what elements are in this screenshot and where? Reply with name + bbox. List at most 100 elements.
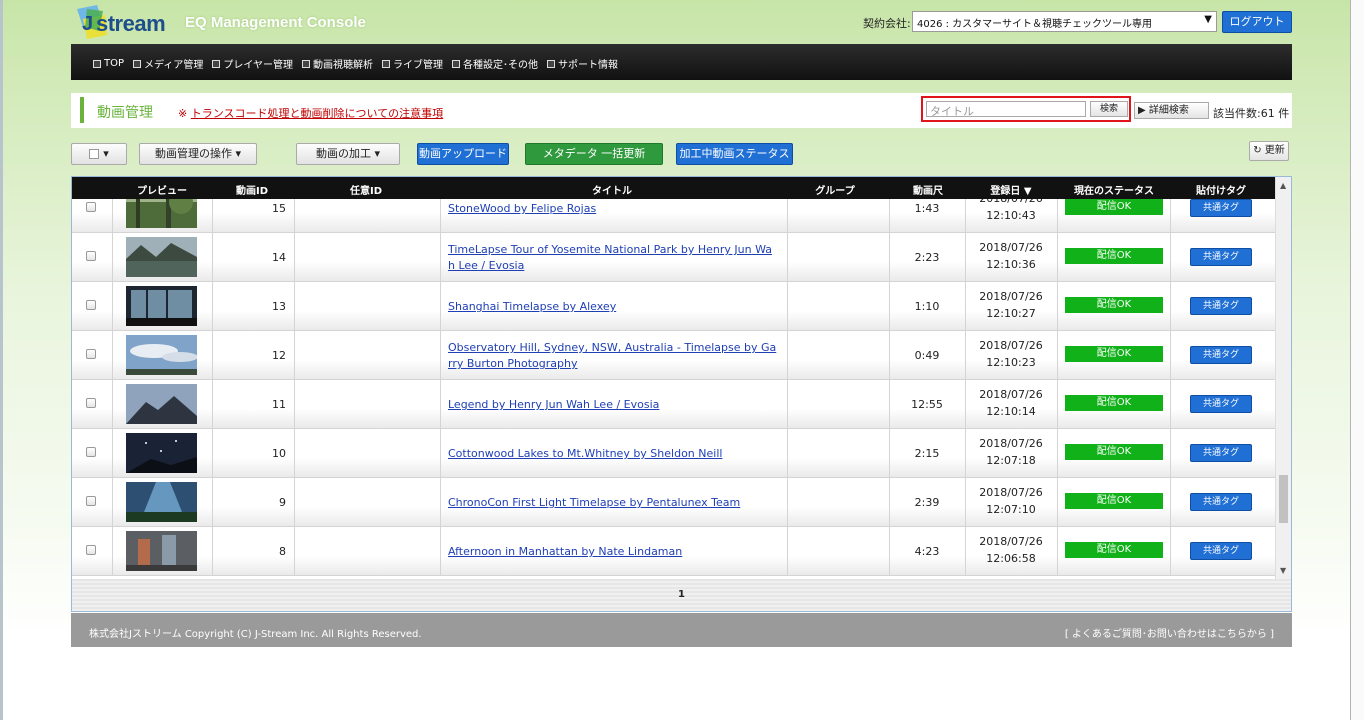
video-title-link[interactable]: TimeLapse Tour of Yosemite National Park… xyxy=(448,242,780,274)
preview-thumbnail[interactable] xyxy=(126,199,197,228)
title-accent-bar xyxy=(80,97,84,123)
table-scrollbar[interactable]: ▲ ▼ xyxy=(1275,177,1291,579)
table-row[interactable]: 10 Cottonwood Lakes to Mt.Whitney by Shel… xyxy=(72,429,1275,478)
nav-item-live[interactable]: ライブ管理 xyxy=(382,56,443,71)
table-row[interactable]: 13 Shanghai Timelapse by Alexey 1:10 2018/0… xyxy=(72,282,1275,331)
nav-label: ライブ管理 xyxy=(393,60,444,71)
col-custom-id[interactable]: 任意ID xyxy=(334,182,398,197)
row-checkbox[interactable] xyxy=(86,447,96,457)
video-title-link[interactable]: Afternoon in Manhattan by Nate Lindaman xyxy=(448,544,780,560)
svg-text:J: J xyxy=(82,13,93,35)
common-tag-button[interactable]: 共通タグ xyxy=(1190,395,1252,413)
common-tag-button[interactable]: 共通タグ xyxy=(1190,248,1252,266)
nav-item-analytics[interactable]: 動画視聴解析 xyxy=(302,56,373,71)
preview-thumbnail[interactable] xyxy=(126,433,197,473)
video-title-link[interactable]: ChronoCon First Light Timelapse by Penta… xyxy=(448,495,780,511)
search-button[interactable]: 検索 xyxy=(1090,101,1128,117)
row-checkbox[interactable] xyxy=(86,349,96,359)
table-row[interactable]: 15 StoneWood by Felipe Rojas 1:43 2018/07/2… xyxy=(72,199,1275,233)
scroll-thumb[interactable] xyxy=(1279,475,1288,523)
registered-date: 2018/07/26 xyxy=(979,290,1043,303)
column-divider xyxy=(787,282,788,331)
search-input[interactable]: タイトル xyxy=(926,101,1086,118)
scroll-up-icon[interactable]: ▲ xyxy=(1280,181,1286,190)
video-duration: 0:49 xyxy=(914,349,940,362)
media-table: プレビュー 動画ID 任意ID タイトル グループ 動画尺 登録日 ▼ 現在のス… xyxy=(71,176,1292,612)
column-divider xyxy=(787,331,788,380)
preview-thumbnail[interactable] xyxy=(126,482,197,522)
registered-date: 2018/07/26 xyxy=(966,199,1056,207)
col-status[interactable]: 現在のステータス xyxy=(1062,182,1166,197)
video-title-link[interactable]: Observatory Hill, Sydney, NSW, Australia… xyxy=(448,340,780,372)
table-row[interactable]: 12 Observatory Hill, Sydney, NSW, Austral… xyxy=(72,331,1275,380)
scroll-down-icon[interactable]: ▼ xyxy=(1280,566,1286,575)
logout-button[interactable]: ログアウト xyxy=(1222,11,1292,33)
col-registered[interactable]: 登録日 ▼ xyxy=(976,182,1046,197)
notice-link[interactable]: トランスコード処理と動画削除についての注意事項 xyxy=(191,107,443,120)
video-title-link[interactable]: Cottonwood Lakes to Mt.Whitney by Sheldo… xyxy=(448,446,780,462)
jstream-logo[interactable]: J stream xyxy=(73,5,173,39)
video-title-link[interactable]: Legend by Henry Jun Wah Lee / Evosia xyxy=(448,397,780,413)
col-group[interactable]: グループ xyxy=(800,182,870,197)
refresh-button[interactable]: ↻ 更新 xyxy=(1249,141,1289,161)
processing-status-button[interactable]: 加工中動画ステータス xyxy=(676,143,793,165)
row-checkbox[interactable] xyxy=(86,545,96,555)
video-id-cell: 13 xyxy=(212,282,294,331)
column-divider xyxy=(112,282,113,331)
col-duration[interactable]: 動画尺 xyxy=(898,182,958,197)
row-checkbox[interactable] xyxy=(86,251,96,261)
row-checkbox[interactable] xyxy=(86,202,96,212)
col-id[interactable]: 動画ID xyxy=(222,182,282,197)
col-title[interactable]: タイトル xyxy=(572,182,652,197)
column-divider xyxy=(294,199,295,233)
video-duration: 2:39 xyxy=(914,496,940,509)
nav-item-media[interactable]: メディア管理 xyxy=(133,56,203,71)
toolbar: ▾ 動画管理の操作 ▾ 動画の加工 ▾ 動画アップロード メタデータ 一括更新 … xyxy=(71,141,1292,167)
preview-thumbnail[interactable] xyxy=(126,531,197,571)
page-number[interactable]: 1 xyxy=(678,589,685,600)
nav-bullet-icon xyxy=(547,59,556,68)
row-checkbox[interactable] xyxy=(86,398,96,408)
common-tag-button[interactable]: 共通タグ xyxy=(1190,297,1252,315)
preview-thumbnail[interactable] xyxy=(126,384,197,424)
advanced-search-button[interactable]: ▶ 詳細検索 xyxy=(1134,102,1209,119)
common-tag-button[interactable]: 共通タグ xyxy=(1190,493,1252,511)
common-tag-button[interactable]: 共通タグ xyxy=(1190,346,1252,364)
contract-select[interactable]: 4026 : カスタマーサイト＆視聴チェックツール専用 ▼ xyxy=(912,11,1217,32)
nav-item-support[interactable]: サポート情報 xyxy=(547,56,618,71)
common-tag-button[interactable]: 共通タグ xyxy=(1190,199,1252,217)
nav-item-player[interactable]: プレイヤー管理 xyxy=(212,56,293,71)
table-row[interactable]: 11 Legend by Henry Jun Wah Lee / Evosia 12… xyxy=(72,380,1275,429)
metadata-bulk-update-button[interactable]: メタデータ 一括更新 xyxy=(525,143,663,165)
preview-thumbnail[interactable] xyxy=(126,335,198,375)
video-title-link[interactable]: StoneWood by Felipe Rojas xyxy=(448,201,780,217)
preview-thumbnail[interactable] xyxy=(126,237,197,277)
video-title-link[interactable]: Shanghai Timelapse by Alexey xyxy=(448,299,780,315)
video-duration: 12:55 xyxy=(911,398,943,411)
table-row[interactable]: 14 TimeLapse Tour of Yosemite National Pa… xyxy=(72,233,1275,282)
select-all-dropdown[interactable]: ▾ xyxy=(71,143,127,165)
column-divider xyxy=(112,380,113,429)
footer: 株式会社Jストリーム Copyright (C) J-Stream Inc. A… xyxy=(71,613,1292,647)
help-link[interactable]: [ よくあるご質問･お問い合わせはこちらから ] xyxy=(1065,625,1274,640)
registered-time: 12:10:27 xyxy=(986,307,1036,320)
preview-thumbnail[interactable] xyxy=(126,286,197,326)
column-divider xyxy=(294,331,295,380)
media-ops-dropdown[interactable]: 動画管理の操作 ▾ xyxy=(139,143,257,165)
nav-label: プレイヤー管理 xyxy=(223,60,294,71)
common-tag-button[interactable]: 共通タグ xyxy=(1190,542,1252,560)
nav-item-settings[interactable]: 各種設定･その他 xyxy=(452,56,538,71)
column-divider xyxy=(440,331,441,380)
nav-item-top[interactable]: TOP xyxy=(93,56,124,71)
column-divider xyxy=(112,478,113,527)
media-edit-dropdown[interactable]: 動画の加工 ▾ xyxy=(296,143,400,165)
nav-bullet-icon xyxy=(452,59,461,68)
row-checkbox[interactable] xyxy=(86,496,96,506)
upload-button[interactable]: 動画アップロード xyxy=(417,143,509,165)
table-row[interactable]: 8 Afternoon in Manhattan by Nate Lindaman… xyxy=(72,527,1275,576)
common-tag-button[interactable]: 共通タグ xyxy=(1190,444,1252,462)
table-header: プレビュー 動画ID 任意ID タイトル グループ 動画尺 登録日 ▼ 現在のス… xyxy=(72,177,1275,199)
row-checkbox[interactable] xyxy=(86,300,96,310)
table-row[interactable]: 9 ChronoCon First Light Timelapse by Pent… xyxy=(72,478,1275,527)
registered-time: 12:10:23 xyxy=(986,356,1036,369)
